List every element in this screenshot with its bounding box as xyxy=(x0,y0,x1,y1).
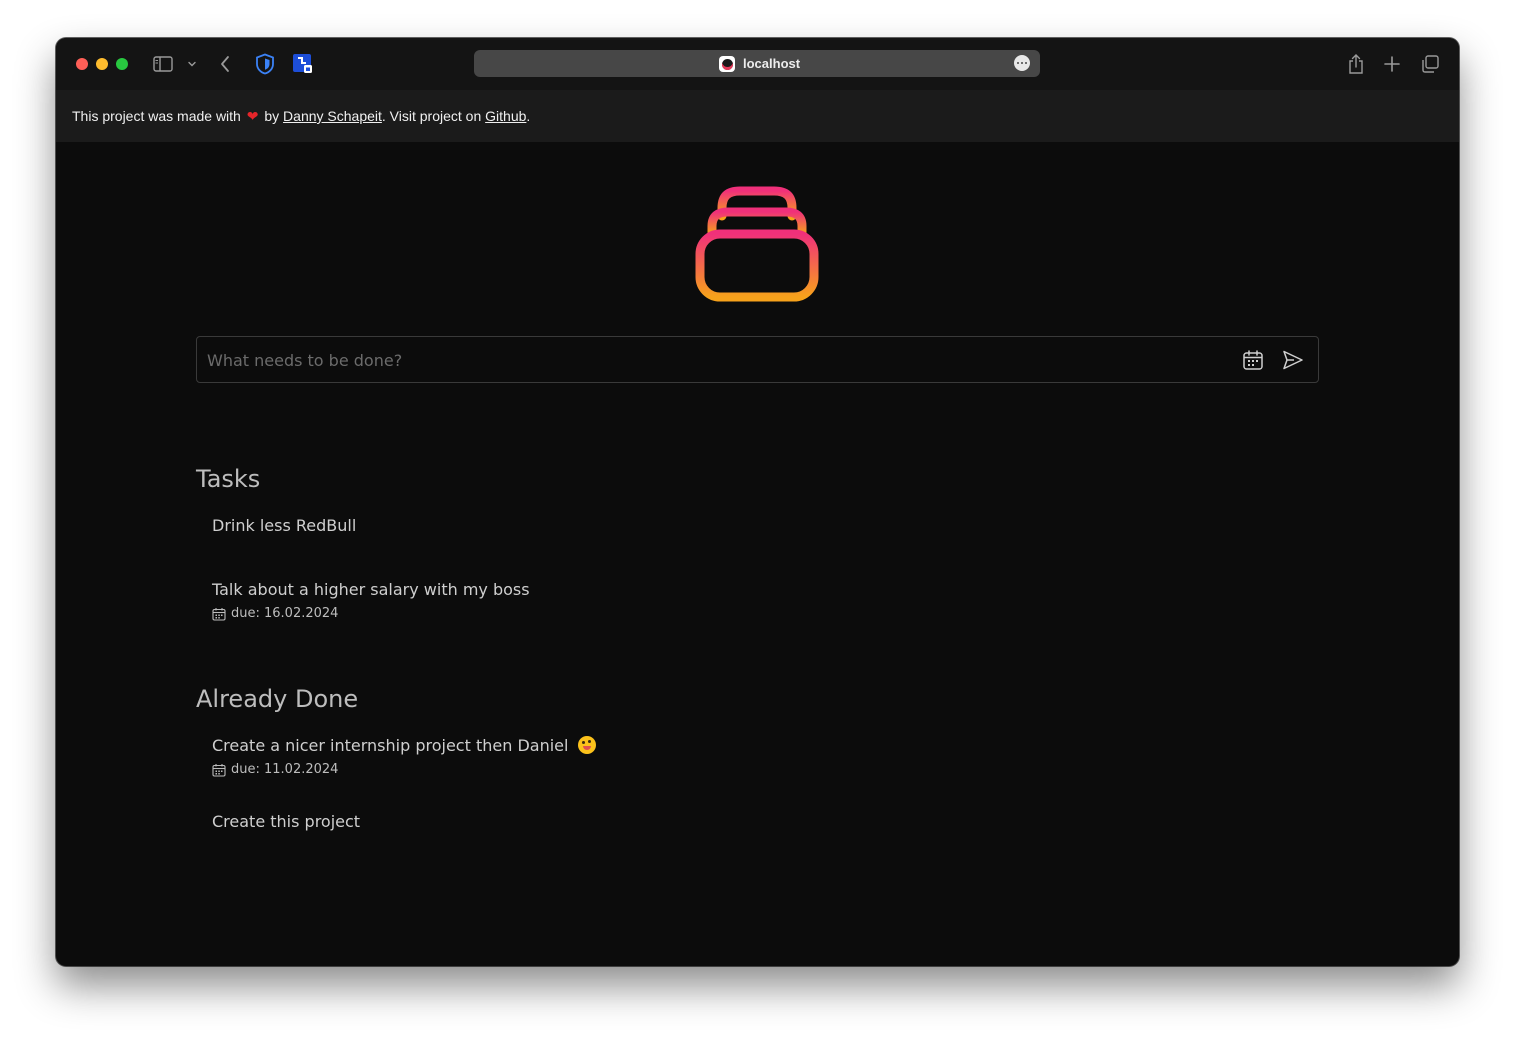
chevron-down-icon[interactable] xyxy=(186,52,198,76)
winking-tongue-emoji-icon xyxy=(577,736,596,754)
task-text: Drink less RedBull xyxy=(212,516,357,535)
site-favicon-icon xyxy=(719,56,735,72)
task-text: Create this project xyxy=(212,812,361,831)
new-task-field xyxy=(196,336,1319,384)
task-text: Talk about a higher salary with my boss xyxy=(212,580,530,599)
due-date-text: due: 16.02.2024 xyxy=(231,606,339,621)
address-bar-url: localhost xyxy=(743,56,801,71)
share-icon[interactable] xyxy=(1346,52,1366,76)
address-bar[interactable]: localhost xyxy=(474,50,1040,77)
zoom-window-button[interactable] xyxy=(116,58,128,70)
attribution-suffix: . xyxy=(526,108,531,124)
new-tab-icon[interactable] xyxy=(1382,52,1402,76)
due-date-text: due: 11.02.2024 xyxy=(231,762,339,777)
shield-icon[interactable] xyxy=(255,52,275,76)
tabs-overview-icon[interactable] xyxy=(1420,52,1440,76)
app-logo xyxy=(694,186,820,302)
attribution-prefix: This project was made with xyxy=(72,108,241,124)
close-window-button[interactable] xyxy=(76,58,88,70)
sidebar-icon[interactable] xyxy=(152,52,174,76)
task-text-row: Create a nicer internship project then D… xyxy=(212,736,596,756)
browser-window: localhost This project was made with ❤ b… xyxy=(56,38,1459,966)
back-icon[interactable] xyxy=(218,52,232,76)
github-link[interactable]: Github xyxy=(485,108,526,124)
more-icon[interactable] xyxy=(1014,55,1030,71)
browser-toolbar: localhost xyxy=(56,38,1459,90)
calendar-icon xyxy=(212,764,226,777)
minimize-window-button[interactable] xyxy=(96,58,108,70)
heart-icon: ❤ xyxy=(246,108,259,124)
send-icon[interactable] xyxy=(1280,347,1306,373)
attribution-by: by xyxy=(264,108,280,124)
calendar-icon[interactable] xyxy=(1240,347,1266,373)
author-link[interactable]: Danny Schapeit xyxy=(283,108,382,124)
done-task-item[interactable]: Create this project xyxy=(212,812,360,832)
task-due-date: due: 11.02.2024 xyxy=(212,762,596,778)
attribution-middle: . Visit project on xyxy=(381,108,482,124)
task-due-date: due: 16.02.2024 xyxy=(212,606,530,622)
task-item[interactable]: Drink less RedBull xyxy=(212,516,356,536)
task-item[interactable]: Talk about a higher salary with my boss … xyxy=(212,580,530,622)
calendar-icon xyxy=(212,608,226,621)
attribution-bar: This project was made with ❤ by Danny Sc… xyxy=(56,90,1459,142)
done-task-item[interactable]: Create a nicer internship project then D… xyxy=(212,736,596,778)
already-done-heading: Already Done xyxy=(196,685,359,713)
extension-icon[interactable] xyxy=(292,52,314,76)
task-text: Create a nicer internship project then D… xyxy=(212,736,569,755)
tasks-heading: Tasks xyxy=(196,465,261,493)
new-task-input[interactable] xyxy=(205,337,1209,384)
